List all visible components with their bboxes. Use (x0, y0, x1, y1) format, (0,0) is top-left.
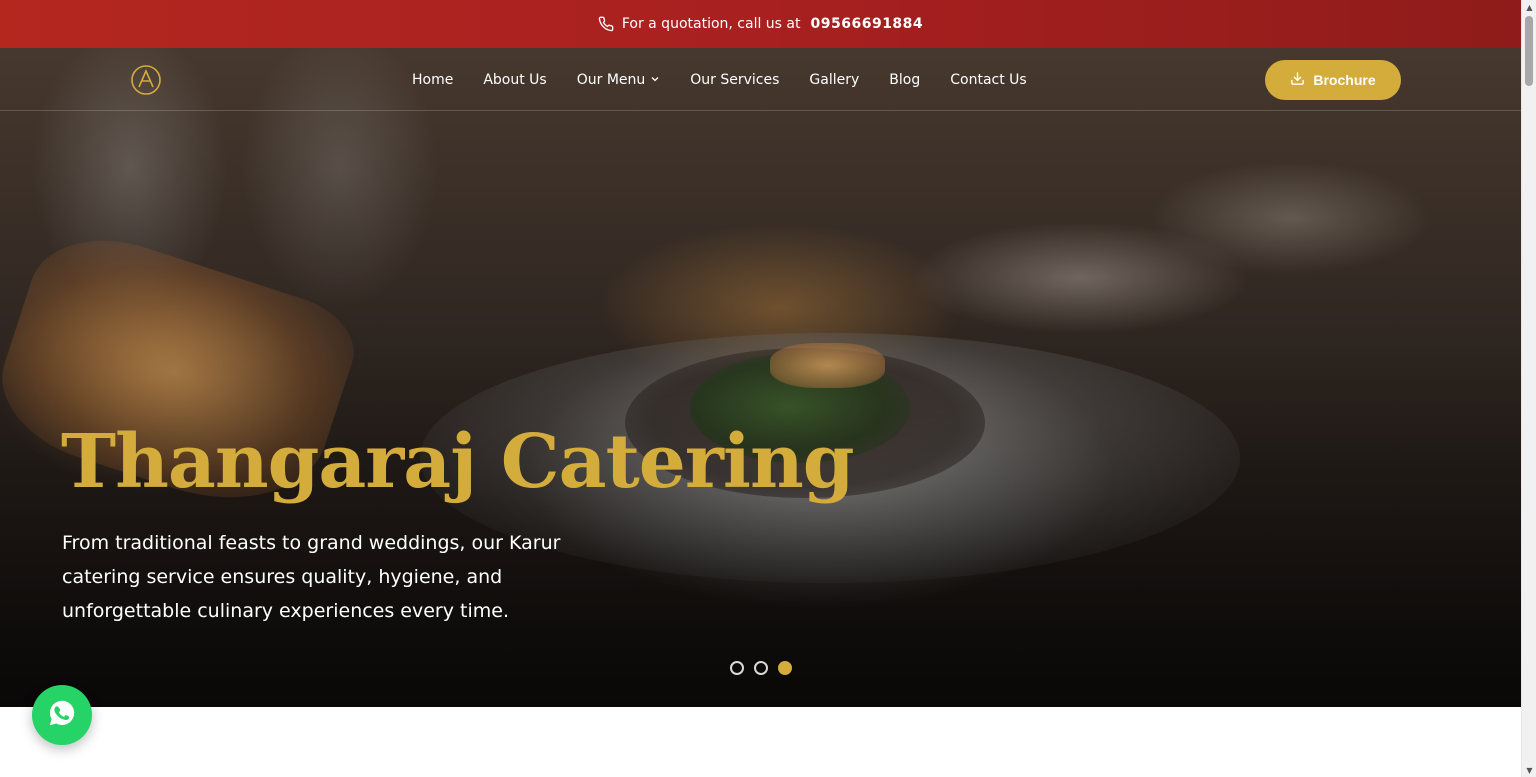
nav-links: Home About Us Our Menu Our Services Gall… (412, 48, 1057, 111)
phone-number-link[interactable]: 09566691884 (811, 16, 924, 32)
whatsapp-icon (45, 696, 79, 734)
nav-item-contact-us[interactable]: Contact Us (950, 72, 1026, 88)
page-scrollbar[interactable]: ▲ ▼ (1521, 0, 1536, 777)
logo-icon[interactable] (128, 62, 164, 98)
brochure-button[interactable]: Brochure (1265, 60, 1401, 100)
scroll-down-arrow-icon[interactable]: ▼ (1522, 763, 1536, 777)
carousel-dots (730, 661, 792, 675)
nav-item-our-menu[interactable]: Our Menu (577, 72, 661, 88)
main-nav: Home About Us Our Menu Our Services Gall… (0, 48, 1521, 111)
nav-item-about-us[interactable]: About Us (483, 72, 546, 88)
carousel-dot[interactable] (730, 661, 744, 675)
hero-description: From traditional feasts to grand wedding… (62, 532, 561, 622)
scroll-thumb[interactable] (1525, 16, 1533, 86)
quotation-text: For a quotation, call us at (621, 16, 801, 32)
nav-item-gallery[interactable]: Gallery (809, 72, 859, 88)
phone-icon (598, 16, 614, 32)
nav-item-home[interactable]: Home (412, 72, 453, 88)
brochure-label: Brochure (1313, 72, 1376, 88)
scroll-up-arrow-icon[interactable]: ▲ (1522, 0, 1536, 14)
carousel-dot-active[interactable] (778, 661, 792, 675)
chevron-down-icon (650, 72, 660, 88)
download-icon (1290, 71, 1305, 89)
carousel-dot[interactable] (754, 661, 768, 675)
nav-item-blog[interactable]: Blog (889, 72, 920, 88)
nav-item-our-services[interactable]: Our Services (690, 72, 779, 88)
quotation-bar: For a quotation, call us at 09566691884 (0, 0, 1521, 48)
hero-title: Thangaraj Catering (61, 419, 855, 505)
whatsapp-button[interactable] (32, 685, 92, 745)
